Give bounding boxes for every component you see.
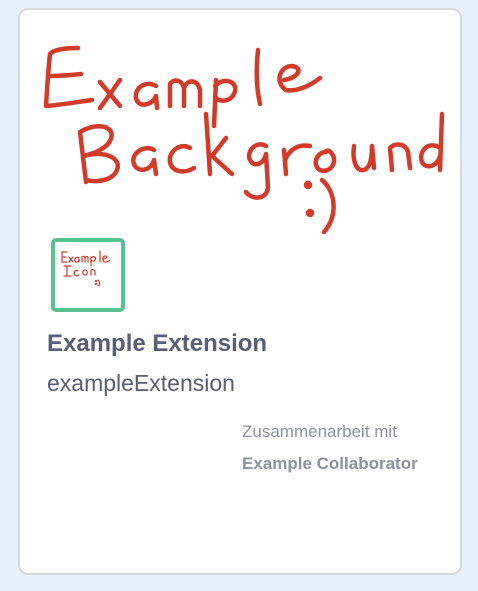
- collaborator-label: Zusammenarbeit mit: [242, 422, 397, 441]
- extension-background-image: [43, 45, 445, 235]
- extension-card[interactable]: Example Extension exampleExtension Zusam…: [18, 8, 462, 575]
- collaborator-name: Example Collaborator: [242, 454, 418, 473]
- extension-title: Example Extension: [47, 330, 268, 357]
- extension-icon: [51, 238, 125, 312]
- extension-id: exampleExtension: [47, 370, 235, 396]
